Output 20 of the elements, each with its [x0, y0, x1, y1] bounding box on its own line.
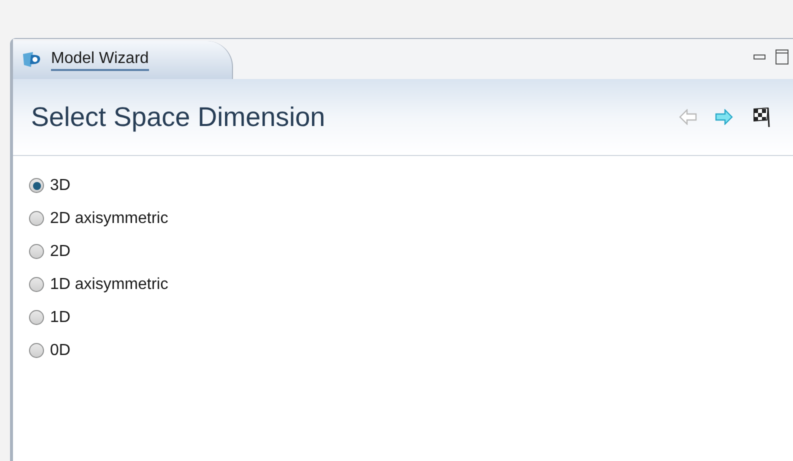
radio-button[interactable]: [29, 343, 44, 358]
radio-button[interactable]: [29, 178, 44, 193]
radio-button[interactable]: [29, 277, 44, 292]
app-logo-icon: [21, 51, 43, 69]
radio-button[interactable]: [29, 211, 44, 226]
radio-button[interactable]: [29, 244, 44, 259]
radio-option[interactable]: 1D axisymmetric: [29, 273, 793, 296]
page-title: Select Space Dimension: [31, 100, 326, 134]
radio-button[interactable]: [29, 310, 44, 325]
tab[interactable]: Model Wizard: [13, 41, 233, 79]
minimize-icon[interactable]: [753, 53, 767, 61]
tab-label: Model Wizard: [51, 49, 149, 71]
radio-option[interactable]: 3D: [29, 174, 793, 197]
maximize-icon[interactable]: [775, 49, 789, 65]
radio-option[interactable]: 1D: [29, 306, 793, 329]
radio-option[interactable]: 2D: [29, 240, 793, 263]
forward-arrow-icon[interactable]: [715, 109, 733, 125]
radio-option[interactable]: 2D axisymmetric: [29, 207, 793, 230]
radio-option[interactable]: 0D: [29, 339, 793, 362]
finish-flag-icon[interactable]: [751, 106, 771, 128]
